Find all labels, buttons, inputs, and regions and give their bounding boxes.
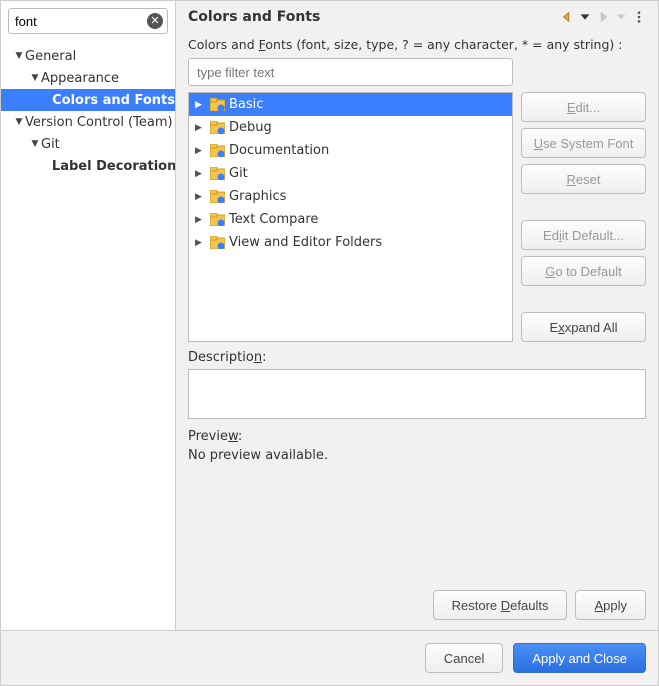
page-title: Colors and Fonts	[188, 9, 320, 25]
forward-menu-icon[interactable]	[614, 10, 628, 24]
back-icon[interactable]	[560, 10, 574, 24]
cat-label: Git	[229, 166, 248, 181]
nav-tree: ▼General ▼Appearance ▼Colors and Fonts ▼…	[1, 41, 175, 630]
nav-label: Label Decorations	[52, 159, 175, 174]
cat-label: Text Compare	[229, 212, 318, 227]
nav-label-decorations[interactable]: ▼Label Decorations	[1, 155, 175, 177]
cat-label: Documentation	[229, 143, 329, 158]
cat-git[interactable]: ▶ Git	[189, 162, 512, 185]
reset-button[interactable]: Reset	[521, 164, 646, 194]
folder-icon	[209, 120, 225, 136]
folder-icon	[209, 166, 225, 182]
hint-text: Colors and Fonts (font, size, type, ? = …	[188, 37, 646, 52]
cat-documentation[interactable]: ▶ Documentation	[189, 139, 512, 162]
folder-icon	[209, 97, 225, 113]
nav-label: General	[25, 49, 76, 64]
folder-icon	[209, 212, 225, 228]
search-field-wrap[interactable]: ✕	[8, 8, 168, 34]
nav-label: Git	[41, 137, 60, 152]
nav-git[interactable]: ▼Git	[1, 133, 175, 155]
description-box	[188, 369, 646, 419]
preview-text: No preview available.	[188, 448, 646, 463]
folder-icon	[209, 143, 225, 159]
nav-label: Version Control (Team)	[25, 115, 173, 130]
go-to-default-button[interactable]: Go to Default	[521, 256, 646, 286]
cat-label: Basic	[229, 97, 263, 112]
menu-icon[interactable]	[632, 10, 646, 24]
cat-text-compare[interactable]: ▶ Text Compare	[189, 208, 512, 231]
cat-view-editor[interactable]: ▶ View and Editor Folders	[189, 231, 512, 254]
edit-default-button[interactable]: Ediit Default...	[521, 220, 646, 250]
nav-colors-fonts[interactable]: ▼Colors and Fonts	[1, 89, 175, 111]
filter-input[interactable]	[188, 58, 513, 86]
nav-appearance[interactable]: ▼Appearance	[1, 67, 175, 89]
cat-label: Graphics	[229, 189, 286, 204]
folder-icon	[209, 189, 225, 205]
apply-close-button[interactable]: Apply and Close	[513, 643, 646, 673]
search-input[interactable]	[9, 9, 167, 33]
cat-graphics[interactable]: ▶ Graphics	[189, 185, 512, 208]
category-tree[interactable]: ▶ Basic ▶ Debug ▶ Documentation	[188, 92, 513, 342]
clear-search-icon[interactable]: ✕	[147, 13, 163, 29]
nav-label: Appearance	[41, 71, 119, 86]
cat-basic[interactable]: ▶ Basic	[189, 93, 512, 116]
description-label: Description:	[188, 350, 646, 365]
forward-icon[interactable]	[596, 10, 610, 24]
folder-icon	[209, 235, 225, 251]
cat-debug[interactable]: ▶ Debug	[189, 116, 512, 139]
restore-defaults-button[interactable]: Restore Defaults	[433, 590, 568, 620]
back-menu-icon[interactable]	[578, 10, 592, 24]
nav-label: Colors and Fonts	[52, 93, 175, 108]
cat-label: Debug	[229, 120, 272, 135]
edit-button[interactable]: Edit...	[521, 92, 646, 122]
nav-version-control[interactable]: ▼Version Control (Team)	[1, 111, 175, 133]
cat-label: View and Editor Folders	[229, 235, 382, 250]
expand-all-button[interactable]: Exxpand All	[521, 312, 646, 342]
use-system-font-button[interactable]: Use System Font	[521, 128, 646, 158]
apply-button[interactable]: Apply	[575, 590, 646, 620]
cancel-button[interactable]: Cancel	[425, 643, 503, 673]
nav-general[interactable]: ▼General	[1, 45, 175, 67]
preview-label: Preview:	[188, 429, 646, 444]
